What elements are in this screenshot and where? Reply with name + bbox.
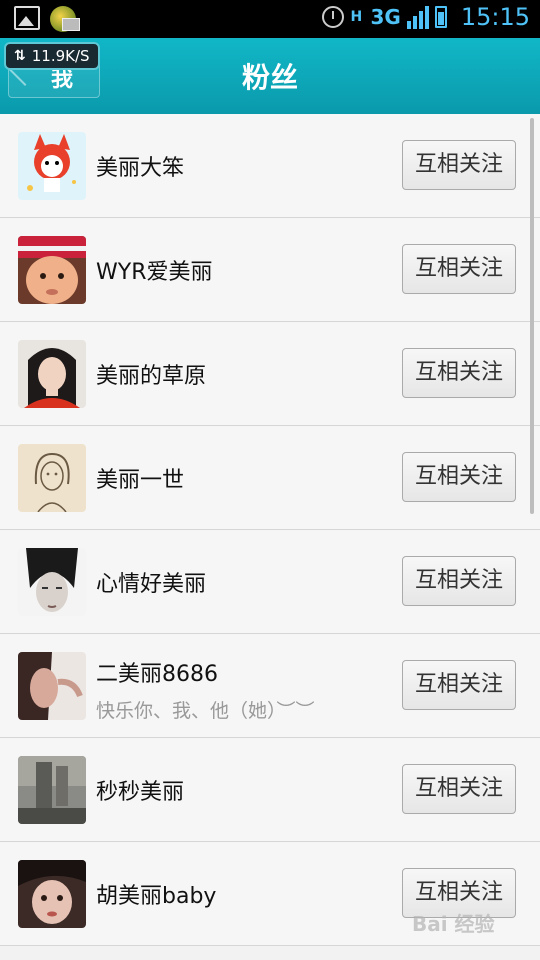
fan-name: 美丽大笨	[96, 156, 185, 181]
fan-name: 心情好美丽	[96, 572, 207, 597]
list-item[interactable]: 美丽大笨 互相关注	[0, 114, 540, 218]
avatar[interactable]	[18, 340, 86, 408]
avatar[interactable]	[18, 860, 86, 928]
avatar[interactable]	[18, 132, 86, 200]
mutual-follow-button[interactable]: 互相关注	[402, 660, 516, 710]
header: 我 ⇅ 11.9K/S 粉丝	[0, 38, 540, 114]
avatar[interactable]	[18, 548, 86, 616]
fan-name: 秒秒美丽	[96, 780, 185, 805]
stone-tablet-avatar	[18, 756, 86, 824]
fan-name: 胡美丽baby	[96, 884, 217, 909]
image-notification-icon	[14, 6, 40, 30]
battery-icon	[434, 6, 447, 28]
fan-name: 美丽的草原	[96, 364, 207, 389]
woman-photo-avatar	[18, 340, 86, 408]
baby-photo-avatar	[18, 236, 86, 304]
signal-icon	[406, 5, 429, 29]
app-notification-icon	[50, 6, 80, 32]
scrollbar[interactable]	[530, 118, 534, 514]
avatar[interactable]	[18, 236, 86, 304]
sketch-portrait-avatar	[18, 444, 86, 512]
list-item[interactable]: 美丽的草原 互相关注	[0, 322, 540, 426]
fan-name: 美丽一世	[96, 468, 185, 493]
fan-signature: 快乐你、我、他（她）︶︶	[96, 700, 315, 722]
mutual-follow-button[interactable]: 互相关注	[402, 764, 516, 814]
avatar[interactable]	[18, 652, 86, 720]
network-mode: H	[350, 9, 363, 25]
list-item[interactable]: 美丽一世 互相关注	[0, 426, 540, 530]
fans-list: 美丽大笨 互相关注 WYR爱美丽 互相关注 美丽的草原 互相关注 美丽一世 互相…	[0, 114, 540, 946]
network-type: 3G	[370, 5, 401, 29]
avatar[interactable]	[18, 756, 86, 824]
fan-name: 二美丽8686	[96, 662, 218, 687]
list-item[interactable]: 心情好美丽 互相关注	[0, 530, 540, 634]
mutual-follow-button[interactable]: 互相关注	[402, 556, 516, 606]
list-item[interactable]: 秒秒美丽 互相关注	[0, 738, 540, 842]
mutual-follow-button[interactable]: 互相关注	[402, 348, 516, 398]
list-item[interactable]: 二美丽8686 快乐你、我、他（她）︶︶ 互相关注	[0, 634, 540, 738]
alarm-icon	[322, 6, 345, 28]
fan-name: WYR爱美丽	[96, 260, 213, 285]
mutual-follow-button[interactable]: 互相关注	[402, 140, 516, 190]
mutual-follow-button[interactable]: 互相关注	[402, 244, 516, 294]
cartoon-fox-avatar	[18, 132, 86, 200]
avatar[interactable]	[18, 444, 86, 512]
list-item[interactable]: WYR爱美丽 互相关注	[0, 218, 540, 322]
selfie-photo-avatar	[18, 860, 86, 928]
bw-portrait-avatar	[18, 548, 86, 616]
mutual-follow-button[interactable]: 互相关注	[402, 452, 516, 502]
hand-photo-avatar	[18, 652, 86, 720]
clock: 15:15	[460, 3, 530, 31]
watermark: Bai 经验	[412, 912, 495, 936]
status-bar: H 3G 15:15	[0, 0, 540, 38]
page-title: 粉丝	[241, 61, 298, 94]
